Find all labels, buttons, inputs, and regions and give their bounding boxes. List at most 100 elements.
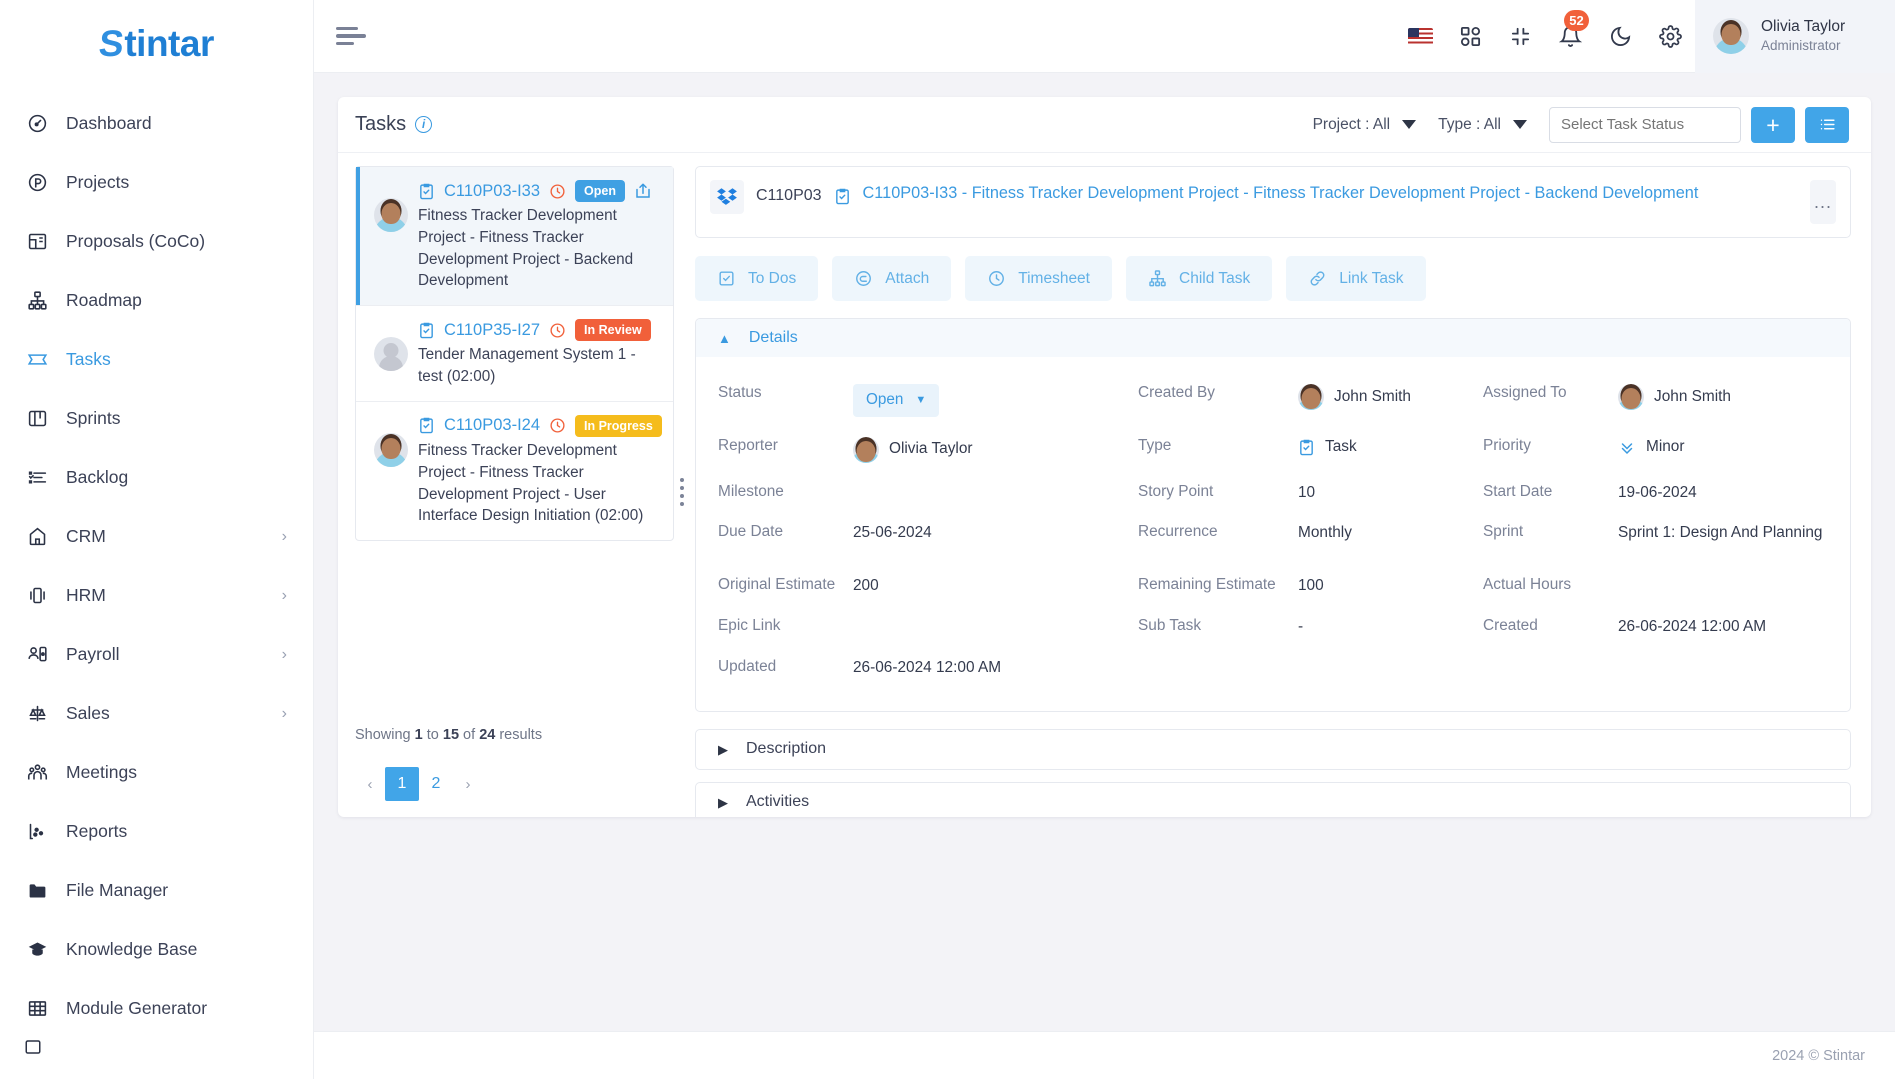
sidebar-overflow-item bbox=[0, 1038, 313, 1060]
status-dropdown[interactable]: Open ▼ bbox=[853, 384, 940, 417]
add-task-button[interactable]: + bbox=[1751, 106, 1795, 143]
description-section-header[interactable]: ▶ Description bbox=[695, 728, 1851, 770]
sidebar-item-knowledge-base[interactable]: Knowledge Base bbox=[0, 920, 313, 979]
sidebar-item-module-generator[interactable]: Module Generator bbox=[0, 979, 313, 1038]
sidebar-item-reports[interactable]: Reports bbox=[0, 802, 313, 861]
chevron-up-icon: ▲ bbox=[718, 330, 731, 346]
chevron-down-icon: ▼ bbox=[915, 393, 927, 406]
share-icon[interactable] bbox=[634, 182, 652, 200]
us-flag-icon[interactable] bbox=[1395, 0, 1445, 73]
collapse-screen-icon[interactable] bbox=[1495, 0, 1545, 73]
task-id[interactable]: C110P03-I24 bbox=[444, 416, 540, 435]
task-detail-header: C110P03 C110P03-I33 - Fitness Tracker De… bbox=[695, 166, 1851, 238]
attach-button[interactable]: Attach bbox=[832, 256, 952, 301]
created-by-value: John Smith bbox=[1298, 374, 1483, 420]
brand-initial: S bbox=[97, 23, 126, 64]
sidebar-item-sales[interactable]: Sales › bbox=[0, 684, 313, 743]
tasks-card: Tasks i Project : All Type : All Select … bbox=[338, 97, 1871, 817]
chevron-right-icon: › bbox=[281, 704, 287, 722]
task-list-item[interactable]: C110P35-I27 In Review Tender Management Sy… bbox=[356, 306, 673, 402]
sidebar-item-tasks[interactable]: Tasks bbox=[0, 330, 313, 389]
activities-section-header[interactable]: ▶ Activities bbox=[695, 781, 1851, 817]
task-id[interactable]: C110P03-I33 bbox=[444, 182, 540, 201]
sidebar-item-proposals-coco[interactable]: Proposals (CoCo) bbox=[0, 212, 313, 271]
priority-text: Minor bbox=[1646, 437, 1685, 455]
moon-icon[interactable] bbox=[1595, 0, 1645, 73]
plus-icon: + bbox=[1766, 111, 1780, 138]
story-point-value: 10 bbox=[1298, 483, 1316, 501]
details-section-header[interactable]: ▲ Details bbox=[696, 319, 1850, 357]
backlog-icon bbox=[24, 467, 50, 489]
to-dos-button[interactable]: To Dos bbox=[695, 256, 819, 301]
brand-logo[interactable]: Stintar bbox=[0, 0, 313, 88]
child-task-button[interactable]: Child Task bbox=[1126, 256, 1273, 301]
timesheet-button[interactable]: Timesheet bbox=[965, 256, 1112, 301]
sidebar-item-dashboard[interactable]: Dashboard bbox=[0, 94, 313, 153]
sidebar-item-hrm[interactable]: HRM › bbox=[0, 566, 313, 625]
status-badge: Open bbox=[575, 180, 625, 203]
start-date-value: 19-06-2024 bbox=[1618, 483, 1697, 501]
status-dropdown-value: Open bbox=[866, 391, 904, 408]
type-filter-label: Type : All bbox=[1438, 115, 1501, 133]
task-id[interactable]: C110P35-I27 bbox=[444, 321, 540, 340]
panel-resize-handle[interactable] bbox=[680, 477, 684, 506]
showing-mid1: to bbox=[422, 727, 443, 743]
page-button-1[interactable]: 1 bbox=[385, 767, 419, 801]
sidebar-item-meetings[interactable]: Meetings bbox=[0, 743, 313, 802]
task-list-item[interactable]: C110P03-I24 In Progress Fitness Tracker De… bbox=[356, 402, 673, 540]
showing-suffix: results bbox=[495, 727, 543, 743]
project-circle-icon bbox=[24, 172, 50, 194]
sidebar-item-sprints[interactable]: Sprints bbox=[0, 389, 313, 448]
page-prev-button[interactable]: ‹ bbox=[355, 767, 385, 801]
crm-icon bbox=[24, 526, 50, 548]
sidebar-item-file-manager[interactable]: File Manager bbox=[0, 861, 313, 920]
grid-spacer bbox=[718, 554, 1830, 566]
page-button-2[interactable]: 2 bbox=[419, 767, 453, 801]
action-label: To Dos bbox=[748, 269, 797, 287]
bell-icon[interactable]: 52 bbox=[1545, 0, 1595, 73]
card-body: C110P03-I33 Open Fitness Tracker Developme… bbox=[338, 153, 1871, 817]
chevron-right-icon: › bbox=[281, 586, 287, 604]
checkbox-icon bbox=[717, 269, 736, 288]
tasks-icon bbox=[24, 349, 50, 371]
task-status-select[interactable] bbox=[1549, 106, 1741, 143]
task-more-options-button[interactable]: ... bbox=[1810, 180, 1836, 224]
sidebar-item-backlog[interactable]: Backlog bbox=[0, 448, 313, 507]
gauge-icon bbox=[24, 113, 50, 135]
clock-icon bbox=[549, 417, 566, 434]
avatar bbox=[1618, 384, 1644, 410]
card-header: Tasks i Project : All Type : All Select … bbox=[338, 97, 1871, 153]
apps-grid-icon[interactable] bbox=[1445, 0, 1495, 73]
task-list-item[interactable]: C110P03-I33 Open Fitness Tracker Developme… bbox=[356, 167, 673, 307]
link-task-button[interactable]: Link Task bbox=[1286, 256, 1426, 301]
clock-icon bbox=[549, 183, 566, 200]
hamburger-icon[interactable] bbox=[336, 23, 382, 50]
updated-label: Updated bbox=[718, 657, 777, 675]
sidebar-item-payroll[interactable]: Payroll › bbox=[0, 625, 313, 684]
sprints-icon bbox=[24, 408, 50, 430]
sidebar-item-crm[interactable]: CRM › bbox=[0, 507, 313, 566]
list-view-icon bbox=[1820, 119, 1835, 130]
roadmap-icon bbox=[24, 290, 50, 312]
sidebar-item-projects[interactable]: Projects bbox=[0, 153, 313, 212]
list-view-button[interactable] bbox=[1805, 106, 1849, 143]
start-date-label: Start Date bbox=[1483, 482, 1553, 500]
page-next-button[interactable]: › bbox=[453, 767, 483, 801]
task-list-column: C110P03-I33 Open Fitness Tracker Developme… bbox=[338, 166, 684, 817]
info-icon[interactable]: i bbox=[415, 116, 433, 133]
type-filter[interactable]: Type : All bbox=[1438, 116, 1527, 134]
chevron-right-icon: ▶ bbox=[718, 741, 728, 757]
sidebar-item-label: Tasks bbox=[66, 349, 111, 369]
task-detail-title[interactable]: C110P03-I33 - Fitness Tracker Developmen… bbox=[863, 180, 1798, 205]
milestone-label: Milestone bbox=[718, 482, 784, 500]
gear-icon[interactable] bbox=[1645, 0, 1695, 73]
paperclip-icon bbox=[854, 269, 873, 288]
sidebar-item-roadmap[interactable]: Roadmap bbox=[0, 271, 313, 330]
chevron-right-icon: › bbox=[281, 645, 287, 663]
page-title: Tasks i bbox=[355, 113, 433, 136]
avatar bbox=[374, 432, 408, 467]
project-filter[interactable]: Project : All bbox=[1313, 116, 1417, 134]
user-profile-menu[interactable]: Olivia Taylor Administrator bbox=[1695, 0, 1895, 73]
details-field-grid: Status Open ▼ Created By John Smith Assi… bbox=[696, 357, 1850, 711]
graduation-cap-icon bbox=[24, 939, 50, 961]
